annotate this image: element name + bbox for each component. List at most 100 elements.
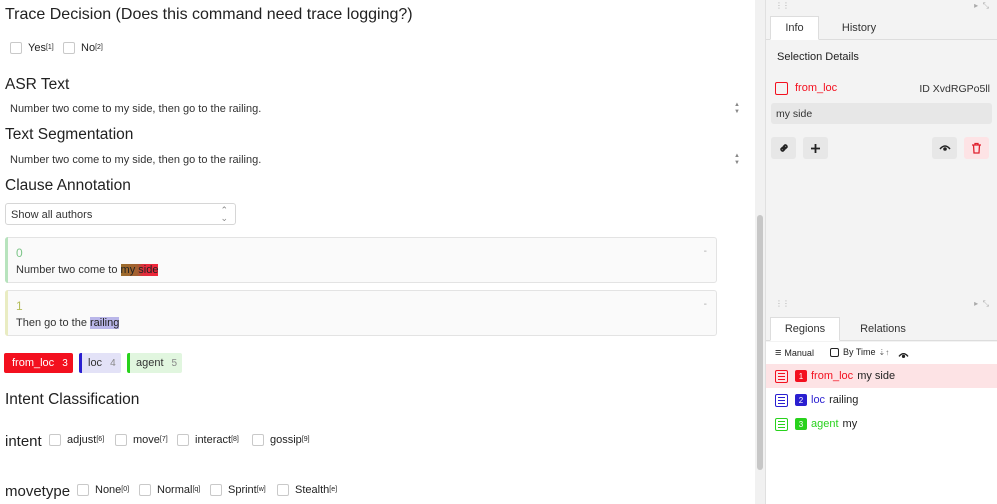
link-button[interactable] — [771, 137, 796, 159]
list-icon: ≡ — [775, 347, 782, 359]
tab-info[interactable]: Info — [770, 16, 819, 40]
trace-option-yes[interactable]: Yes [1] — [10, 42, 54, 54]
movetype-option-stealth[interactable]: Stealth [e] — [277, 484, 337, 496]
region-row-agent[interactable]: 3 agent my — [766, 412, 997, 436]
clause-color-bar — [5, 237, 8, 283]
label-hotkey: 5 — [171, 357, 178, 369]
annotation-panel: Trace Decision (Does this command need t… — [0, 0, 765, 504]
checkbox[interactable] — [77, 484, 89, 496]
region-text: my side — [776, 108, 813, 120]
movetype-option-none[interactable]: None [0] — [77, 484, 129, 496]
author-select-value: Show all authors — [11, 209, 93, 221]
checkbox[interactable] — [177, 434, 189, 446]
region-list-icon — [775, 393, 788, 407]
label-name: loc — [88, 357, 103, 369]
region-text-box[interactable]: my side — [771, 103, 992, 124]
intent-option-interact[interactable]: interact [8] — [177, 434, 239, 446]
intent-option-adjust[interactable]: adjust [6] — [49, 434, 104, 446]
region-number: 3 — [795, 418, 807, 430]
movetype-option-sprint[interactable]: Sprint [w] — [210, 484, 266, 496]
region-list-icon — [775, 369, 788, 383]
segmentation-title: Text Segmentation — [5, 126, 134, 143]
panel-window-controls[interactable]: ▸ ⤡ — [974, 299, 989, 309]
sort-manual-button[interactable]: ≡ Manual — [775, 347, 814, 359]
drag-handle-icon[interactable]: ⋮⋮ — [775, 300, 790, 308]
panel-window-controls[interactable]: ▸ ⤡ — [974, 1, 989, 11]
scrollbar-thumb[interactable] — [757, 215, 763, 470]
checkbox[interactable] — [252, 434, 264, 446]
section-title: Selection Details — [777, 51, 859, 63]
eye-icon — [938, 145, 951, 151]
link-icon — [779, 144, 788, 152]
regions-tabs: Regions Relations — [766, 317, 997, 341]
scrollbar[interactable] — [755, 0, 765, 504]
checkbox[interactable] — [63, 42, 75, 54]
label-chip-loc[interactable]: loc 4 — [79, 353, 121, 373]
clause-card-1[interactable]: 1 - Then go to the railing — [5, 290, 717, 336]
drag-handle-icon[interactable]: ⋮⋮ — [775, 2, 790, 10]
collapse-icon[interactable]: - — [704, 246, 707, 257]
tab-history[interactable]: History — [826, 16, 892, 40]
toggle-visibility-button[interactable] — [898, 347, 909, 365]
label-chip-agent[interactable]: agent 5 — [127, 353, 182, 373]
option-label: Yes — [28, 42, 46, 54]
chevron-updown-icon: ⌃ ⌄ — [220, 205, 228, 223]
checkbox[interactable] — [139, 484, 151, 496]
clause-index: 1 — [16, 299, 23, 313]
eye-icon — [898, 353, 909, 359]
tab-regions[interactable]: Regions — [770, 317, 840, 341]
info-tabs: Info History — [766, 16, 997, 40]
add-button[interactable] — [803, 137, 828, 159]
asr-text[interactable]: Number two come to my side, then go to t… — [10, 103, 261, 115]
intent-classification-title: Intent Classification — [5, 391, 140, 408]
region-text: my side — [857, 370, 896, 382]
tab-relations[interactable]: Relations — [848, 317, 918, 341]
clause-color-bar — [5, 290, 8, 336]
option-label: Sprint — [228, 484, 257, 496]
sort-direction-icon: ⇣↑ — [878, 347, 890, 357]
movetype-group-label: movetype — [5, 483, 71, 500]
sort-manual-label: Manual — [784, 348, 814, 358]
checkbox[interactable] — [210, 484, 222, 496]
visibility-button[interactable] — [932, 137, 957, 159]
clause-index: 0 — [16, 246, 23, 260]
asr-resize-icon[interactable]: ▲ ▼ — [733, 102, 741, 116]
checkbox[interactable] — [115, 434, 127, 446]
movetype-option-normal[interactable]: Normal [q] — [139, 484, 200, 496]
label-hotkey: 4 — [110, 357, 116, 369]
selected-region-label: from_loc — [795, 82, 838, 94]
checkbox[interactable] — [49, 434, 61, 446]
trace-option-no[interactable]: No [2] — [63, 42, 103, 54]
calendar-icon — [830, 347, 839, 357]
delete-button[interactable] — [964, 137, 989, 159]
region-number: 2 — [795, 394, 807, 406]
segmentation-text[interactable]: Number two come to my side, then go to t… — [10, 154, 261, 166]
region-highlight-from-loc[interactable]: my side — [120, 264, 159, 276]
author-select[interactable]: Show all authors ⌃ ⌄ — [5, 203, 236, 225]
clause-card-0[interactable]: 0 - Number two come to my side — [5, 237, 717, 283]
label-chip-from-loc[interactable]: from_loc 3 — [4, 353, 73, 373]
sort-by-time-label: By Time — [843, 347, 876, 357]
option-label: interact — [195, 434, 232, 446]
option-label: adjust — [67, 434, 97, 446]
option-label: move — [133, 434, 160, 446]
intent-option-gossip[interactable]: gossip [9] — [252, 434, 310, 446]
region-row-from-loc[interactable]: 1 from_loc my side — [766, 364, 997, 388]
region-highlight-loc[interactable]: railing — [90, 317, 120, 329]
clause-text: Then go to the railing — [16, 317, 120, 329]
intent-option-move[interactable]: move [7] — [115, 434, 168, 446]
label-name: agent — [136, 357, 164, 369]
collapse-icon[interactable]: - — [704, 299, 707, 310]
region-row-loc[interactable]: 2 loc railing — [766, 388, 997, 412]
clause-text-plain: Then go to the — [16, 317, 90, 329]
option-label: Normal — [157, 484, 193, 496]
region-text: railing — [829, 394, 859, 406]
sort-by-time-button[interactable]: By Time ⇣↑ — [830, 347, 889, 357]
checkbox[interactable] — [10, 42, 22, 54]
checkbox[interactable] — [277, 484, 289, 496]
label-name: from_loc — [12, 357, 55, 369]
clause-text-plain: Number two come to — [16, 264, 121, 276]
clause-text: Number two come to my side — [16, 264, 159, 276]
segmentation-resize-icon[interactable]: ▲ ▼ — [733, 153, 741, 167]
label-hotkey: 3 — [62, 357, 68, 369]
